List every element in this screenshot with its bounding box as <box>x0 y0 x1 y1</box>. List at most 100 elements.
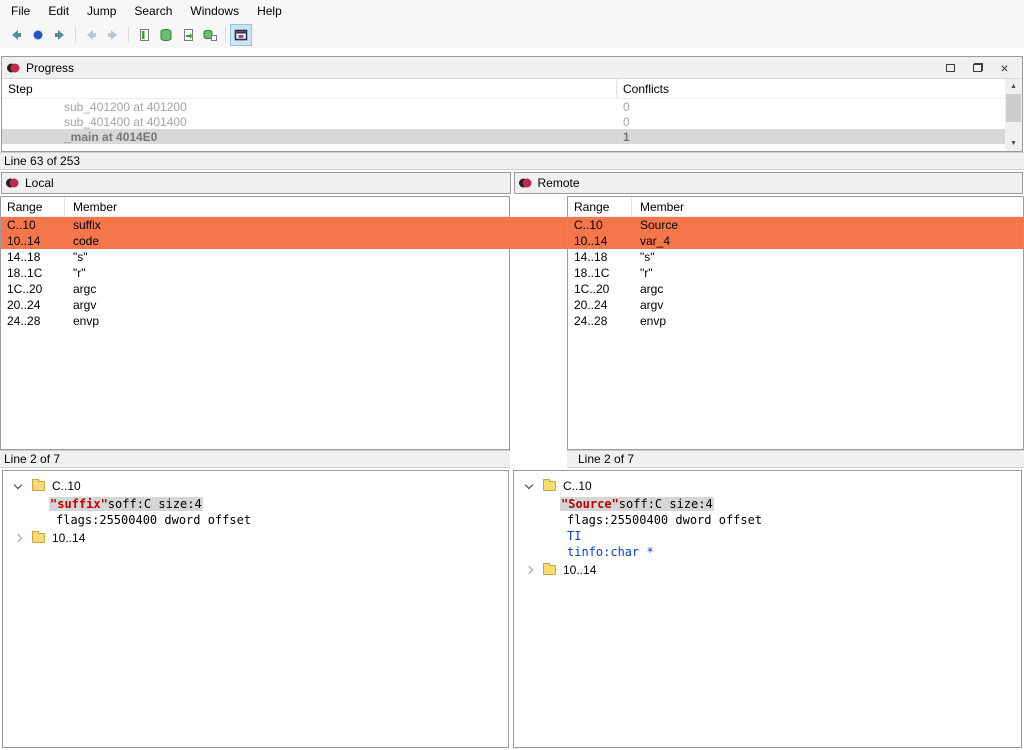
folder-label: C..10 <box>563 479 592 493</box>
progress-step-row[interactable]: sub_401200 at 401200 0 <box>2 99 1005 114</box>
chevron-right-icon[interactable] <box>521 567 537 573</box>
local-table-header: Range Member <box>1 197 509 217</box>
member-column-header[interactable]: Member <box>65 197 509 216</box>
scroll-up-icon[interactable]: ▲ <box>1005 79 1022 94</box>
scrollbar-thumb[interactable] <box>1006 94 1021 122</box>
forward-arrow-icon[interactable] <box>49 24 71 46</box>
tree-folder-row[interactable]: C..10 <box>514 476 1021 496</box>
export-document-icon[interactable] <box>177 24 199 46</box>
close-button[interactable]: × <box>991 59 1018 77</box>
member-definition-line[interactable]: "Source" soff:C size:4 <box>560 496 1021 512</box>
chevron-down-icon[interactable] <box>10 485 26 488</box>
member-row[interactable]: 18..1C "r" <box>568 265 1023 281</box>
remote-pane-header[interactable]: Remote <box>514 172 1024 194</box>
remote-table-rows: C..10 Source 10..14 var_4 14..18 "s" 18.… <box>568 217 1023 329</box>
menu-item[interactable]: Jump <box>78 1 125 21</box>
member-row[interactable]: C..10 suffix <box>1 217 509 233</box>
vertical-scrollbar[interactable]: ▲ ▼ <box>1005 79 1022 151</box>
step-column-header[interactable]: Step <box>2 79 617 98</box>
menu-item[interactable]: Help <box>248 1 291 21</box>
member-row[interactable]: 24..28 envp <box>568 313 1023 329</box>
member-name-text: "Source" <box>561 497 619 511</box>
restore-button[interactable] <box>964 59 991 77</box>
step-cell: sub_401400 at 401400 <box>2 115 617 129</box>
folder-label: 10..14 <box>563 563 596 577</box>
progress-step-row[interactable]: _main at 4014E0 1 <box>2 129 1005 144</box>
member-cell: suffix <box>65 218 509 232</box>
menu-item[interactable]: Search <box>125 1 181 21</box>
local-status-text: Line 2 of 7 <box>4 452 60 466</box>
range-column-header[interactable]: Range <box>1 197 65 216</box>
conflicts-column-header[interactable]: Conflicts <box>617 79 1005 98</box>
ida-app-icon <box>6 61 20 75</box>
menu-item[interactable]: Windows <box>181 1 248 21</box>
import-document-icon[interactable] <box>133 24 155 46</box>
member-cell: argv <box>632 298 1023 312</box>
conflicts-cell: 1 <box>617 130 1005 144</box>
member-row[interactable]: 1C..20 argc <box>1 281 509 297</box>
progress-status-bar: Line 63 of 253 <box>0 152 1024 170</box>
ida-icon <box>518 176 532 190</box>
progress-step-row[interactable]: sub_401400 at 401400 0 <box>2 114 1005 129</box>
conflicts-cell: 0 <box>617 100 1005 114</box>
ti-line[interactable]: TI <box>567 528 1021 544</box>
pane-status-row: Line 2 of 7 Line 2 of 7 <box>0 450 1024 468</box>
range-cell: 10..14 <box>1 234 65 248</box>
range-cell: 18..1C <box>1 266 65 280</box>
range-cell: 20..24 <box>1 298 65 312</box>
maximize-button[interactable] <box>937 59 964 77</box>
member-cell: "r" <box>632 266 1023 280</box>
flags-line[interactable]: flags:25500400 dword offset <box>567 512 1021 528</box>
range-cell: 1C..20 <box>568 282 632 296</box>
local-member-table: Range Member C..10 suffix 10..14 code 14… <box>0 196 510 450</box>
local-pane-title: Local <box>25 176 54 190</box>
member-row[interactable]: 20..24 argv <box>568 297 1023 313</box>
flags-line[interactable]: flags:25500400 dword offset <box>56 512 508 528</box>
history-back-icon[interactable] <box>80 24 102 46</box>
back-arrow-icon[interactable] <box>5 24 27 46</box>
pane-headers: Local Remote <box>0 170 1024 196</box>
menu-item[interactable]: File <box>2 1 39 21</box>
member-cell: Source <box>632 218 1023 232</box>
chevron-down-icon[interactable] <box>521 485 537 488</box>
tree-folder-row[interactable]: C..10 <box>3 476 508 496</box>
folder-icon <box>32 481 45 491</box>
tinfo-line[interactable]: tinfo:char * <box>567 544 1021 560</box>
member-row[interactable]: 10..14 var_4 <box>568 233 1023 249</box>
tree-folder-row[interactable]: 10..14 <box>514 560 1021 580</box>
remote-status-text: Line 2 of 7 <box>578 452 634 466</box>
member-row[interactable]: C..10 Source <box>568 217 1023 233</box>
member-row[interactable]: 1C..20 argc <box>568 281 1023 297</box>
progress-title: Progress <box>26 61 74 75</box>
range-cell: 18..1C <box>568 266 632 280</box>
toolbar-separator <box>128 27 129 43</box>
progress-titlebar[interactable]: Progress × <box>2 57 1022 79</box>
tree-folder-row[interactable]: 10..14 <box>3 528 508 548</box>
toolbar <box>0 22 1024 48</box>
database-sync-icon[interactable] <box>199 24 221 46</box>
member-row[interactable]: 18..1C "r" <box>1 265 509 281</box>
member-row[interactable]: 14..18 "s" <box>568 249 1023 265</box>
database-icon[interactable] <box>155 24 177 46</box>
range-column-header[interactable]: Range <box>568 197 632 216</box>
merge-screen-icon[interactable] <box>230 24 252 46</box>
local-pane-header[interactable]: Local <box>1 172 511 194</box>
record-dot-icon[interactable] <box>27 24 49 46</box>
member-row[interactable]: 24..28 envp <box>1 313 509 329</box>
range-cell: C..10 <box>1 218 65 232</box>
chevron-right-icon[interactable] <box>10 535 26 541</box>
toolbar-separator <box>225 27 226 43</box>
member-cell: argv <box>65 298 509 312</box>
menu-item[interactable]: Edit <box>39 1 78 21</box>
member-row[interactable]: 20..24 argv <box>1 297 509 313</box>
step-cell: sub_401200 at 401200 <box>2 100 617 114</box>
range-cell: 24..28 <box>568 314 632 328</box>
member-row[interactable]: 10..14 code <box>1 233 509 249</box>
range-cell: 20..24 <box>568 298 632 312</box>
member-definition-line[interactable]: "suffix" soff:C size:4 <box>49 496 508 512</box>
member-row[interactable]: 14..18 "s" <box>1 249 509 265</box>
history-forward-icon[interactable] <box>102 24 124 46</box>
member-column-header[interactable]: Member <box>632 197 1023 216</box>
scroll-down-icon[interactable]: ▼ <box>1005 136 1022 151</box>
range-cell: 24..28 <box>1 314 65 328</box>
